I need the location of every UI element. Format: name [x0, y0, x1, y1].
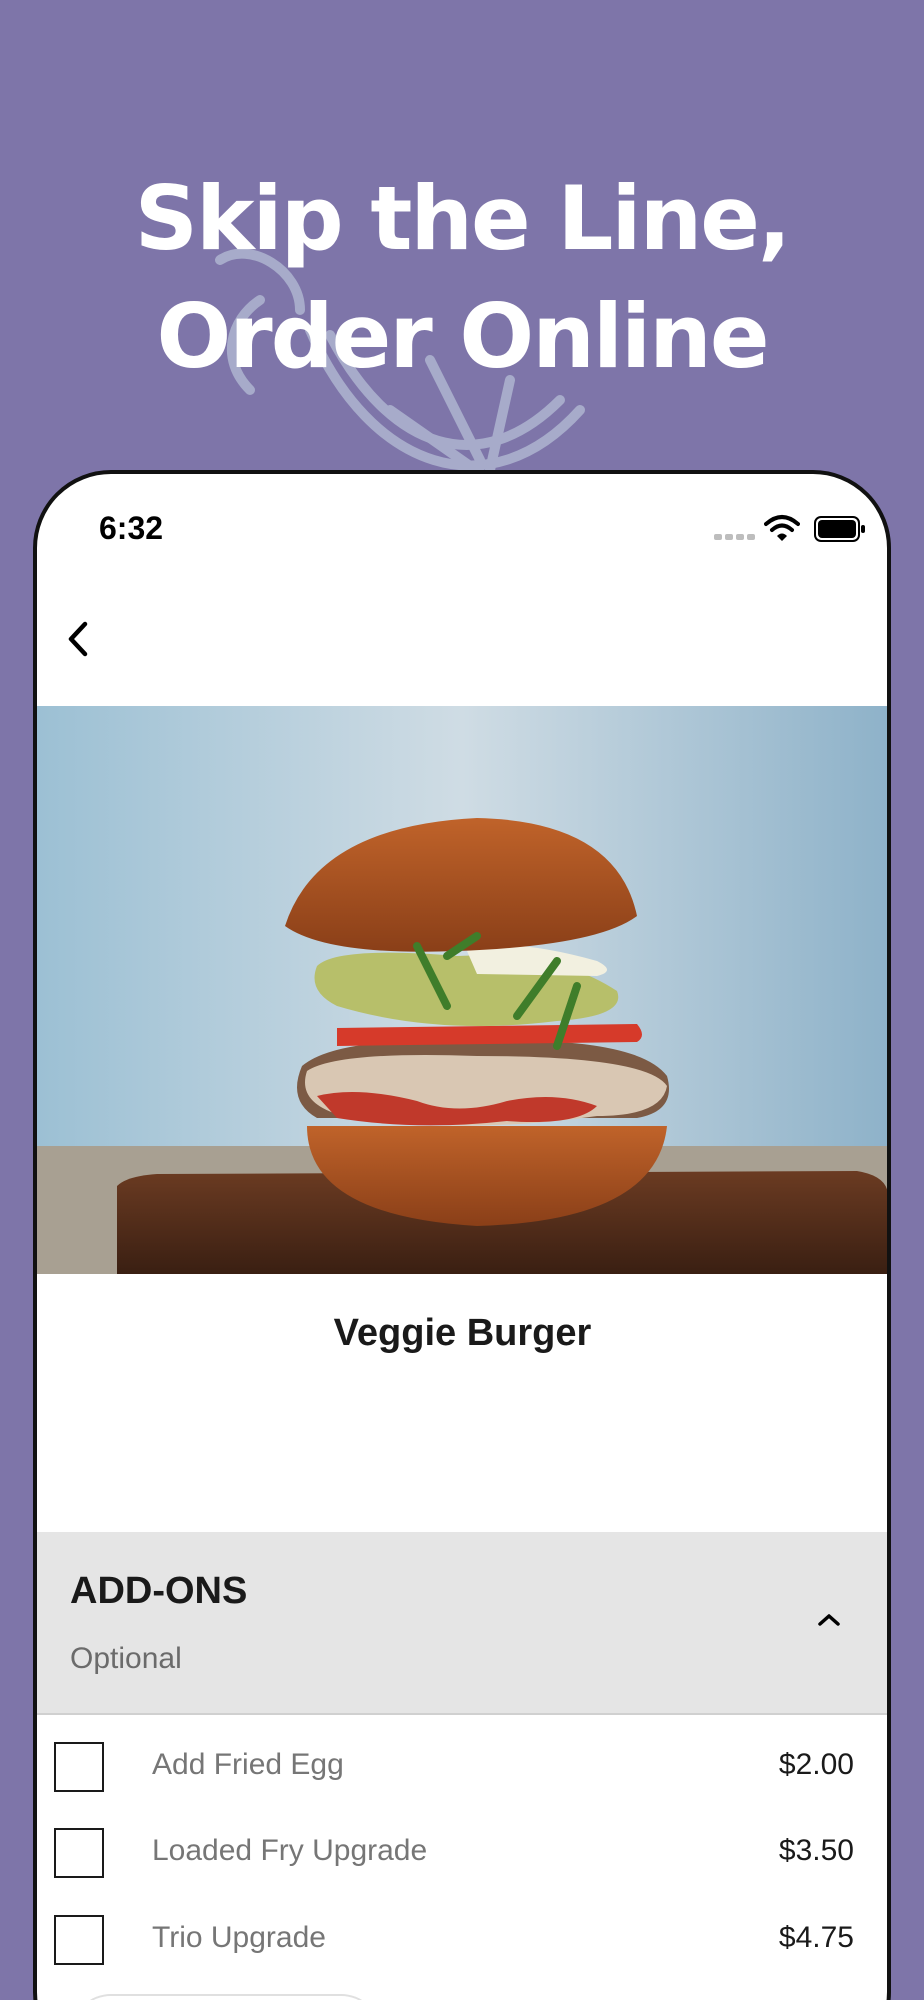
headline-line-2: Order Online [156, 285, 769, 388]
battery-icon [814, 516, 865, 542]
addon-item-trio-upgrade[interactable]: Trio Upgrade $4.75 [37, 1897, 887, 1983]
status-bar: 6:32 [37, 474, 887, 564]
back-button[interactable] [51, 604, 111, 674]
addon-item-fried-egg[interactable]: Add Fried Egg $2.00 [37, 1724, 887, 1810]
cellular-signal-icon [714, 534, 755, 540]
addons-title: ADD-ONS [70, 1570, 248, 1612]
chevron-up-icon[interactable] [815, 1610, 843, 1630]
product-photo [37, 706, 887, 1274]
headline-line-1: Skip the Line, [134, 167, 792, 270]
addon-label: Add Fried Egg [152, 1748, 344, 1781]
chevron-left-icon [68, 621, 88, 657]
addon-label: Loaded Fry Upgrade [152, 1834, 428, 1867]
addon-checkbox[interactable] [54, 1742, 104, 1792]
addon-label: Trio Upgrade [152, 1921, 326, 1954]
addon-price: $3.50 [778, 1834, 854, 1867]
addons-section-header[interactable]: ADD-ONS Optional [37, 1532, 887, 1715]
addon-checkbox[interactable] [54, 1828, 104, 1878]
marketing-headline: Skip the Line, Order Online [0, 160, 924, 396]
status-time: 6:32 [99, 510, 164, 546]
addon-price: $4.75 [778, 1921, 854, 1954]
addon-checkbox[interactable] [54, 1915, 104, 1965]
product-title: Veggie Burger [333, 1312, 592, 1354]
addon-price: $2.00 [778, 1748, 854, 1781]
phone-frame: 6:32 Veggie Burger ADD-ONS Optional Add … [33, 470, 891, 2000]
addon-item-loaded-fry-upgrade[interactable]: Loaded Fry Upgrade $3.50 [37, 1810, 887, 1896]
quantity-control[interactable] [71, 1994, 381, 2000]
addons-subtitle: Optional [70, 1642, 182, 1675]
wifi-icon [764, 515, 800, 541]
